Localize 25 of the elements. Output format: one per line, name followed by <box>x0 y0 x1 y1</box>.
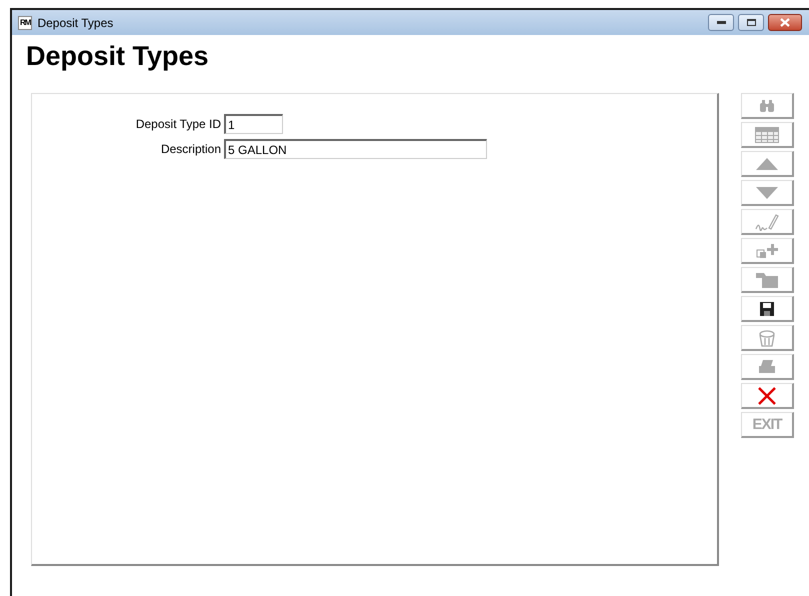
signature-pen-icon <box>755 212 779 230</box>
binoculars-icon <box>759 98 775 112</box>
maximize-icon <box>746 19 756 26</box>
field-label: Deposit Type ID <box>134 117 221 131</box>
table-icon <box>755 126 779 142</box>
app-logo: RM <box>18 16 32 30</box>
close-icon <box>780 18 790 27</box>
page-heading: Deposit Types <box>26 41 210 73</box>
close-button[interactable] <box>768 14 802 31</box>
input-field[interactable]: 5 GALLON <box>224 139 487 159</box>
window-title: Deposit Types <box>37 16 114 30</box>
minimize-icon <box>716 21 726 24</box>
printer-icon <box>758 360 776 374</box>
minimize-button[interactable] <box>708 14 734 31</box>
cancel-button[interactable] <box>741 383 794 409</box>
save-button[interactable] <box>741 296 794 322</box>
basket-icon <box>758 328 776 346</box>
copy-plus-icon <box>756 242 778 258</box>
close-icon <box>757 386 777 406</box>
folder-icon <box>756 272 778 288</box>
down-triangle-icon <box>756 186 778 198</box>
maximize-button[interactable] <box>738 14 764 31</box>
field-label: Description <box>160 142 221 156</box>
up-triangle-icon <box>756 158 778 170</box>
input-field[interactable]: 1 <box>224 114 283 134</box>
